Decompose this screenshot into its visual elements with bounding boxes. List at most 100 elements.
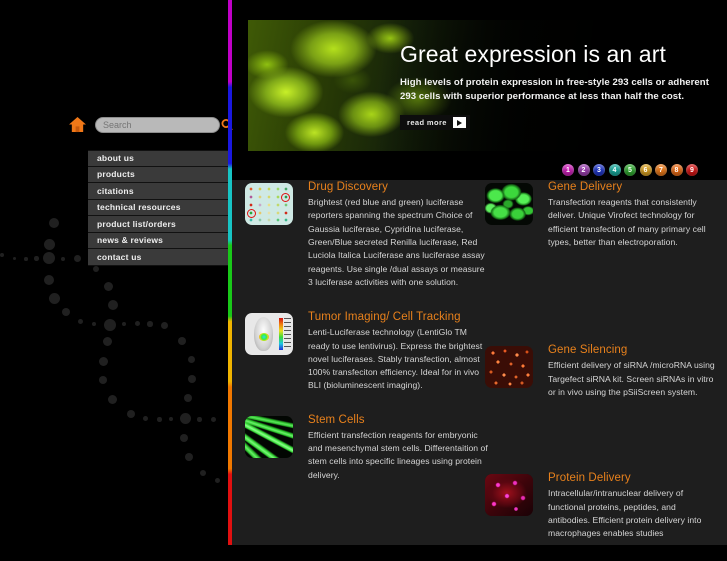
decorative-dot bbox=[34, 256, 39, 261]
decorative-dot bbox=[161, 322, 168, 329]
pager-dot-label: 2 bbox=[581, 166, 586, 174]
decorative-dot bbox=[99, 376, 107, 384]
color-scale-bar bbox=[279, 318, 283, 351]
content-column-left: Drug Discovery Brightest (red blue and g… bbox=[245, 180, 490, 503]
pager-dot-3[interactable]: 3 bbox=[593, 164, 605, 176]
decorative-dot bbox=[78, 319, 83, 324]
nav-label: product list/orders bbox=[97, 218, 176, 229]
pager-dot-6[interactable]: 6 bbox=[639, 164, 652, 176]
decorative-dot bbox=[122, 322, 126, 326]
card-tumor-imaging[interactable]: Tumor Imaging/ Cell Tracking Lenti-Lucif… bbox=[245, 310, 490, 393]
pager-dot-label: 9 bbox=[690, 166, 694, 174]
decorative-dot bbox=[0, 253, 4, 257]
search-input[interactable] bbox=[96, 120, 220, 130]
orange-sirna-cells-image bbox=[485, 346, 533, 389]
nav-item-products[interactable]: products bbox=[88, 166, 228, 183]
card-body: Gene Silencing Efficient delivery of siR… bbox=[548, 343, 720, 399]
decorative-dot bbox=[103, 337, 112, 346]
decorative-dot bbox=[44, 275, 54, 285]
card-desc-protein-delivery: Intracellular/intranuclear delivery of f… bbox=[548, 488, 702, 539]
read-more-button[interactable]: read more bbox=[400, 115, 470, 131]
card-title-drug-discovery[interactable]: Drug Discovery bbox=[308, 180, 490, 194]
card-title-tumor-imaging[interactable]: Tumor Imaging/ Cell Tracking bbox=[308, 310, 490, 324]
card-stem-cells[interactable]: Stem Cells Efficient transfection reagen… bbox=[245, 413, 490, 482]
drug-discovery-thumbnail bbox=[245, 183, 293, 225]
pager-dot-label: 1 bbox=[566, 166, 570, 174]
card-body: Stem Cells Efficient transfection reagen… bbox=[308, 413, 490, 482]
decorative-dot bbox=[188, 356, 195, 363]
pager-dot-label: 4 bbox=[612, 166, 617, 174]
pager-dot-5[interactable]: 5 bbox=[624, 164, 636, 176]
decorative-dot bbox=[178, 337, 186, 345]
card-title-stem-cells[interactable]: Stem Cells bbox=[308, 413, 490, 427]
decorative-dot bbox=[108, 395, 117, 404]
card-gene-delivery[interactable]: Gene Delivery Transfection reagents that… bbox=[485, 180, 720, 249]
decorative-dot bbox=[188, 375, 196, 383]
hero-banner[interactable]: Great expression is an art High levels o… bbox=[248, 20, 723, 151]
nav-item-about-us[interactable]: about us bbox=[88, 150, 228, 167]
home-icon[interactable] bbox=[68, 116, 87, 133]
microplate-wells-image bbox=[245, 183, 293, 225]
content-column-right: Gene Delivery Transfection reagents that… bbox=[485, 180, 720, 561]
hero-banner-title: Great expression is an art bbox=[400, 41, 666, 67]
pager-dot-4[interactable]: 4 bbox=[608, 164, 621, 176]
card-protein-delivery[interactable]: Protein Delivery Intracellular/intranucl… bbox=[485, 471, 720, 540]
nav-item-citations[interactable]: citations bbox=[88, 183, 228, 200]
red-protein-cells-image bbox=[485, 474, 533, 517]
decorative-dot bbox=[44, 239, 55, 250]
search-box[interactable] bbox=[95, 117, 233, 133]
mouse-bioluminescence-image bbox=[245, 313, 293, 356]
pager-dot-9[interactable]: 9 bbox=[686, 164, 698, 176]
stem-cells-thumbnail bbox=[245, 415, 293, 458]
decorative-dot bbox=[215, 478, 220, 483]
pager-dot-2[interactable]: 2 bbox=[577, 164, 590, 176]
read-more-label: read more bbox=[407, 118, 447, 128]
card-title-protein-delivery[interactable]: Protein Delivery bbox=[548, 471, 720, 485]
decorative-dot bbox=[180, 434, 188, 442]
decorative-dot bbox=[24, 257, 28, 261]
card-gene-silencing[interactable]: Gene Silencing Efficient delivery of siR… bbox=[485, 343, 720, 399]
nav-label: news & reviews bbox=[97, 235, 164, 246]
tumor-imaging-thumbnail bbox=[245, 313, 293, 356]
main-navigation: about us products citations technical re… bbox=[88, 150, 228, 266]
decorative-dot bbox=[74, 255, 81, 262]
content-area: Drug Discovery Brightest (red blue and g… bbox=[232, 180, 727, 545]
decorative-dot bbox=[180, 413, 191, 424]
nav-item-contact-us[interactable]: contact us bbox=[88, 249, 228, 266]
nav-label: technical resources bbox=[97, 202, 181, 213]
pager-dot-1[interactable]: 1 bbox=[562, 164, 574, 176]
decorative-dot bbox=[43, 252, 55, 264]
card-body: Gene Delivery Transfection reagents that… bbox=[548, 180, 720, 249]
hero-banner-subtitle: High levels of protein expression in fre… bbox=[400, 77, 709, 102]
rainbow-accent-stripe bbox=[228, 0, 232, 545]
pager-dot-7[interactable]: 7 bbox=[655, 164, 667, 176]
card-desc-tumor-imaging: Lenti-Luciferase technology (LentiGlo TM… bbox=[308, 327, 483, 391]
plate-highlight-ring bbox=[247, 209, 256, 218]
nav-item-product-list-orders[interactable]: product list/orders bbox=[88, 216, 228, 233]
nav-item-news-reviews[interactable]: news & reviews bbox=[88, 232, 228, 249]
nav-item-technical-resources[interactable]: technical resources bbox=[88, 199, 228, 216]
card-desc-gene-delivery: Transfection reagents that consistently … bbox=[548, 197, 706, 247]
card-drug-discovery[interactable]: Drug Discovery Brightest (red blue and g… bbox=[245, 180, 490, 289]
card-title-gene-silencing[interactable]: Gene Silencing bbox=[548, 343, 720, 357]
pager-dot-label: 6 bbox=[643, 166, 648, 174]
decorative-dot bbox=[49, 218, 59, 228]
nav-label: about us bbox=[97, 153, 135, 164]
pager-dot-8[interactable]: 8 bbox=[670, 164, 683, 176]
decorative-dot bbox=[169, 417, 173, 421]
decorative-dot bbox=[211, 417, 216, 422]
decorative-dot bbox=[185, 453, 193, 461]
decorative-dot bbox=[92, 322, 96, 326]
hero-banner-content: Great expression is an art High levels o… bbox=[400, 41, 715, 131]
gene-delivery-thumbnail bbox=[485, 183, 533, 225]
play-arrow-icon bbox=[452, 117, 466, 129]
card-body: Protein Delivery Intracellular/intranucl… bbox=[548, 471, 720, 540]
protein-delivery-thumbnail bbox=[485, 474, 533, 517]
card-desc-gene-silencing: Efficient delivery of siRNA /microRNA us… bbox=[548, 360, 715, 397]
card-title-gene-delivery[interactable]: Gene Delivery bbox=[548, 180, 720, 194]
decorative-dot bbox=[200, 470, 206, 476]
decorative-dot bbox=[108, 300, 118, 310]
decorative-dot bbox=[184, 394, 192, 402]
card-desc-stem-cells: Efficient transfection reagents for embr… bbox=[308, 429, 488, 480]
card-desc-drug-discovery: Brightest (red blue and green) luciferas… bbox=[308, 197, 485, 287]
